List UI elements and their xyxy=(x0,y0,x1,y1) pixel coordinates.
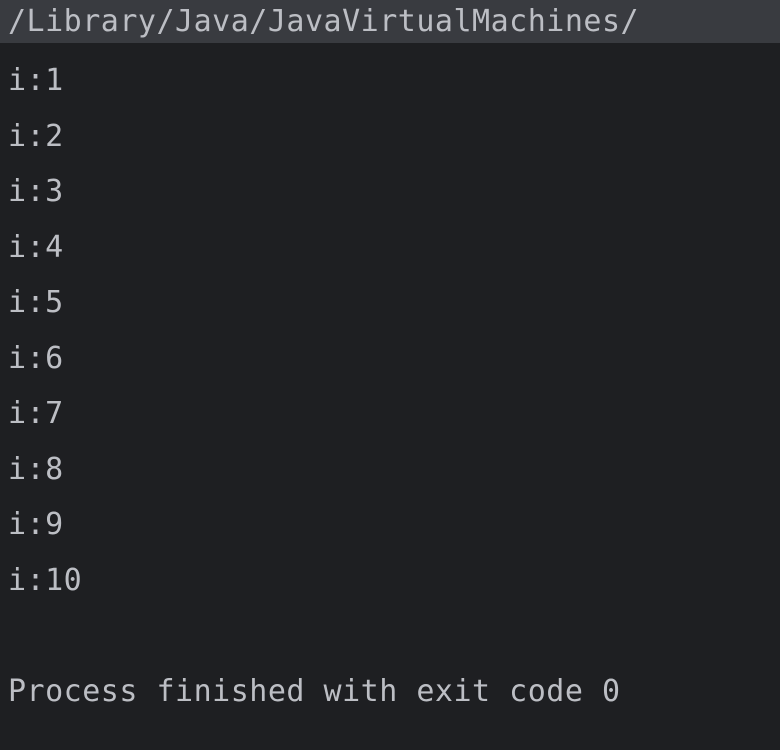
output-line: i:10 xyxy=(8,553,772,609)
console-output-panel: /Library/Java/JavaVirtualMachines/ i:1 i… xyxy=(0,0,780,750)
output-line: i:5 xyxy=(8,275,772,331)
output-line: i:7 xyxy=(8,386,772,442)
output-line: i:2 xyxy=(8,109,772,165)
output-line: i:1 xyxy=(8,53,772,109)
output-line: i:3 xyxy=(8,164,772,220)
output-line: i:8 xyxy=(8,442,772,498)
output-area[interactable]: i:1 i:2 i:3 i:4 i:5 i:6 i:7 i:8 i:9 i:10… xyxy=(0,43,780,750)
output-line: i:4 xyxy=(8,220,772,276)
process-status-line: Process finished with exit code 0 xyxy=(8,664,772,720)
command-path-line[interactable]: /Library/Java/JavaVirtualMachines/ xyxy=(0,0,780,43)
blank-line xyxy=(8,608,772,664)
output-line: i:6 xyxy=(8,331,772,387)
output-line: i:9 xyxy=(8,497,772,553)
